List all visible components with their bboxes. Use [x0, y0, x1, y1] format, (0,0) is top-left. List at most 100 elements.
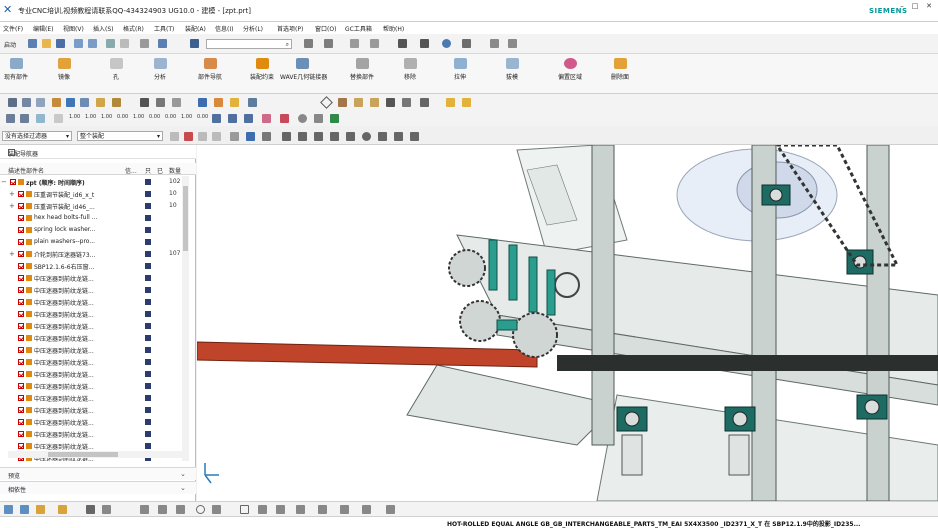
- pin-icon[interactable]: [280, 114, 289, 123]
- checkbox-icon[interactable]: [18, 323, 24, 329]
- pin-point-icon[interactable]: [36, 505, 45, 514]
- selection-scope-select[interactable]: 整个装配 ▾: [77, 131, 163, 141]
- copy-icon[interactable]: [106, 39, 115, 48]
- checkbox-icon[interactable]: [18, 311, 24, 317]
- tree-row[interactable]: 中压迷器到前纹龙链...: [0, 428, 186, 440]
- sketch-pattern-icon[interactable]: [386, 505, 395, 514]
- ribbon-draft-button[interactable]: 拉伸: [438, 56, 482, 81]
- checkbox-icon[interactable]: [18, 215, 24, 221]
- sketch-rectangle-icon[interactable]: [240, 505, 249, 514]
- ribbon-delete-face-button[interactable]: 删除面: [598, 56, 642, 81]
- checkbox-icon[interactable]: [18, 191, 24, 197]
- layout-icon[interactable]: [402, 98, 411, 107]
- checkbox-icon[interactable]: [18, 347, 24, 353]
- sketch-fillet-icon[interactable]: [212, 505, 221, 514]
- curve-icon[interactable]: [370, 98, 379, 107]
- ribbon-offset-region-button[interactable]: 偏置区域: [548, 56, 592, 81]
- scale-icon[interactable]: [54, 114, 63, 123]
- deselect-icon[interactable]: [184, 132, 193, 141]
- triangle-icon[interactable]: [320, 96, 333, 109]
- tree-row[interactable]: plain washers--pro...: [0, 236, 186, 248]
- tree-row[interactable]: 中压迷器到前纹龙链...: [0, 380, 186, 392]
- wcs-icon[interactable]: [490, 39, 499, 48]
- checkbox-icon[interactable]: [18, 395, 24, 401]
- tree-row[interactable]: + 压重调节装配_id46_... 10: [0, 200, 186, 212]
- sketch-circle-icon[interactable]: [196, 505, 205, 514]
- start-menu[interactable]: 启动: [4, 40, 16, 49]
- ribbon-wave-button[interactable]: WAVE几何链接器: [280, 56, 327, 81]
- ribbon-draft2-button[interactable]: 拔模: [490, 56, 534, 81]
- cube-icon[interactable]: [8, 98, 17, 107]
- col-info[interactable]: 信...: [125, 166, 137, 175]
- ring-icon[interactable]: [298, 114, 307, 123]
- user-icon[interactable]: [446, 98, 455, 107]
- checkbox-icon[interactable]: [18, 335, 24, 341]
- paste-icon[interactable]: [120, 39, 129, 48]
- tree-row[interactable]: 中压迷器到前纹龙链...: [0, 296, 186, 308]
- checkbox-icon[interactable]: [18, 275, 24, 281]
- dependency-section[interactable]: 相依性 ⌄: [0, 481, 196, 494]
- sketch-profile-icon[interactable]: [140, 505, 149, 514]
- undo-icon[interactable]: [74, 39, 83, 48]
- heal-icon[interactable]: [262, 114, 271, 123]
- expand-icon[interactable]: +: [9, 190, 15, 198]
- sketch-extend-icon[interactable]: [340, 505, 349, 514]
- tree-row[interactable]: hex head bolts-full ...: [0, 212, 186, 224]
- checkbox-icon[interactable]: [18, 287, 24, 293]
- minimize-icon[interactable]: –: [897, 2, 907, 10]
- constraint-point-icon[interactable]: [58, 505, 67, 514]
- snap-icon[interactable]: [304, 39, 313, 48]
- delete-icon[interactable]: [140, 39, 149, 48]
- menu-window[interactable]: 窗口(O): [315, 24, 336, 33]
- snap-circle-icon[interactable]: [362, 132, 371, 141]
- menu-view[interactable]: 视图(V): [63, 24, 84, 33]
- cut-icon[interactable]: [212, 114, 221, 123]
- checkbox-icon[interactable]: [18, 227, 24, 233]
- menu-insert[interactable]: 插入(S): [93, 24, 114, 33]
- checkbox-icon[interactable]: [18, 443, 24, 449]
- checkbox-icon[interactable]: [18, 431, 24, 437]
- select-all-icon[interactable]: [170, 132, 179, 141]
- refit-icon[interactable]: [244, 114, 253, 123]
- sketch-point-icon[interactable]: [276, 505, 285, 514]
- chamfer-icon[interactable]: [66, 98, 75, 107]
- search-input[interactable]: ⌕: [206, 39, 292, 49]
- wire-icon[interactable]: [36, 114, 45, 123]
- ribbon-remove-button[interactable]: 移除: [388, 56, 432, 81]
- snap-intersect-icon[interactable]: [394, 132, 403, 141]
- snap-vertex-icon[interactable]: [20, 505, 29, 514]
- tree-row[interactable]: + 介轮到前压迷器链73... 107: [0, 248, 186, 260]
- tree-row[interactable]: 中压迷器到前纹龙链...: [0, 272, 186, 284]
- select-edge-icon[interactable]: [246, 132, 255, 141]
- datum-icon[interactable]: [354, 98, 363, 107]
- new-file-icon[interactable]: [28, 39, 37, 48]
- ribbon-part-nav-button[interactable]: 部件导航: [188, 56, 232, 81]
- align-icon[interactable]: [228, 114, 237, 123]
- graphics-viewport[interactable]: [197, 145, 938, 501]
- checkbox-icon[interactable]: [10, 179, 16, 185]
- edit-icon[interactable]: [214, 98, 223, 107]
- checkbox-icon[interactable]: [18, 251, 24, 257]
- block-icon[interactable]: [22, 98, 31, 107]
- ribbon-mirror-button[interactable]: 镜像: [42, 56, 86, 81]
- section-icon[interactable]: [508, 39, 517, 48]
- expand-icon[interactable]: +: [9, 250, 15, 258]
- move-icon[interactable]: [420, 98, 429, 107]
- checkbox-icon[interactable]: [18, 299, 24, 305]
- table-icon[interactable]: [6, 114, 15, 123]
- checkbox-icon[interactable]: [18, 263, 24, 269]
- snap-grid-icon[interactable]: [378, 132, 387, 141]
- select-curve-icon[interactable]: [262, 132, 271, 141]
- checkbox-icon[interactable]: [18, 239, 24, 245]
- tree-horizontal-scrollbar[interactable]: [8, 451, 182, 458]
- sketch-corner-icon[interactable]: [362, 505, 371, 514]
- ribbon-hole-button[interactable]: 孔: [94, 56, 138, 81]
- snap-mid-icon[interactable]: [298, 132, 307, 141]
- point-icon[interactable]: [324, 39, 333, 48]
- menu-analysis[interactable]: 分析(L): [243, 24, 263, 33]
- select-face-icon[interactable]: [230, 132, 239, 141]
- suppress-icon[interactable]: [248, 98, 257, 107]
- layer-icon[interactable]: [398, 39, 407, 48]
- close-icon[interactable]: ✕: [924, 2, 934, 10]
- shell-icon[interactable]: [80, 98, 89, 107]
